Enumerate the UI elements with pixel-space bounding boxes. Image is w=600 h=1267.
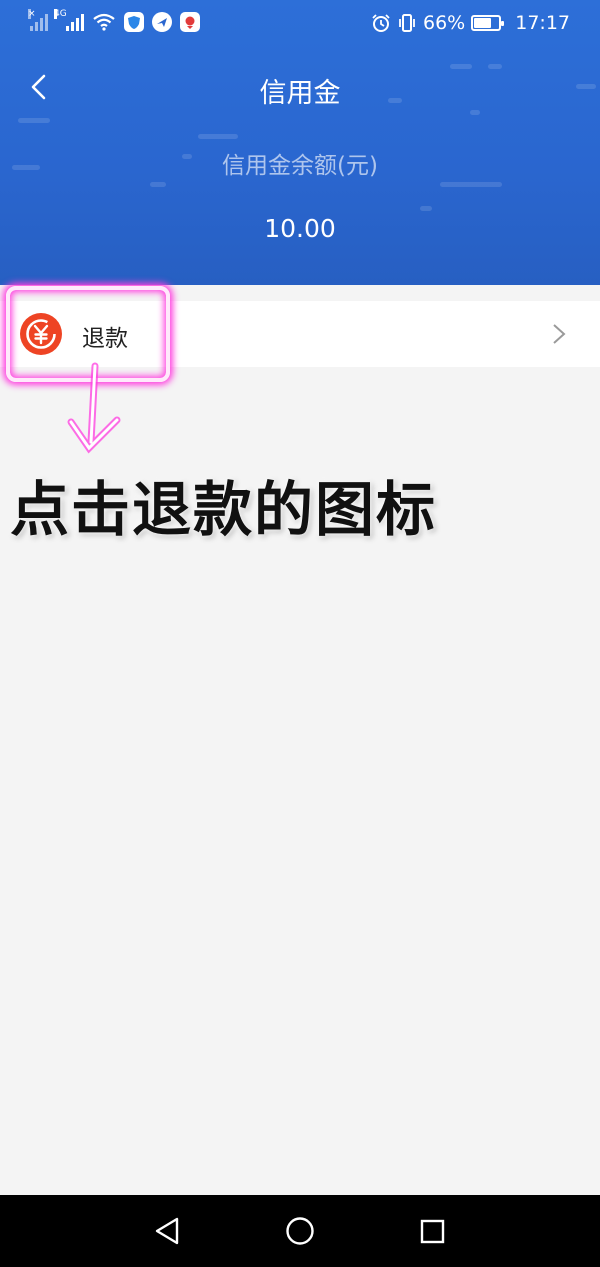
page-title: 信用金 (259, 78, 341, 109)
map-app-icon (180, 12, 200, 32)
vibrate-icon (399, 14, 415, 32)
annotation-arrow (67, 362, 121, 454)
clock: 17:17 (515, 12, 570, 34)
chevron-right-icon (553, 324, 566, 344)
balance-label: 信用金余额(元) (222, 153, 378, 179)
system-back-button[interactable] (150, 1213, 186, 1249)
system-home-button[interactable] (282, 1213, 318, 1249)
top-nav-bar: 信用金 (0, 55, 600, 121)
shield-app-icon (124, 12, 144, 32)
wifi-icon (93, 13, 115, 31)
back-triangle-icon (155, 1217, 179, 1245)
status-bar: × 4G 66% 17:17 (0, 0, 600, 50)
home-circle-icon (286, 1217, 314, 1245)
decor-dash (440, 182, 502, 187)
balance-value: 10.00 (264, 214, 336, 243)
decor-dash (198, 134, 238, 139)
bird-app-icon (152, 12, 172, 32)
decor-dash (420, 206, 432, 211)
annotation-text: 点击退款的图标 (10, 475, 438, 544)
battery-icon (471, 15, 505, 31)
battery-percent: 66% (423, 12, 466, 34)
alarm-icon (372, 14, 390, 32)
signal-4g-icon: 4G (54, 9, 84, 31)
recents-square-icon (420, 1219, 445, 1244)
system-recents-button[interactable] (414, 1213, 450, 1249)
system-nav-bar (0, 1195, 600, 1267)
header-banner: × 4G 66% 17:17 信用金 信用金余额(元) 10.00 (0, 0, 600, 285)
no-signal-icon: × (28, 9, 48, 31)
decor-dash (150, 182, 166, 187)
